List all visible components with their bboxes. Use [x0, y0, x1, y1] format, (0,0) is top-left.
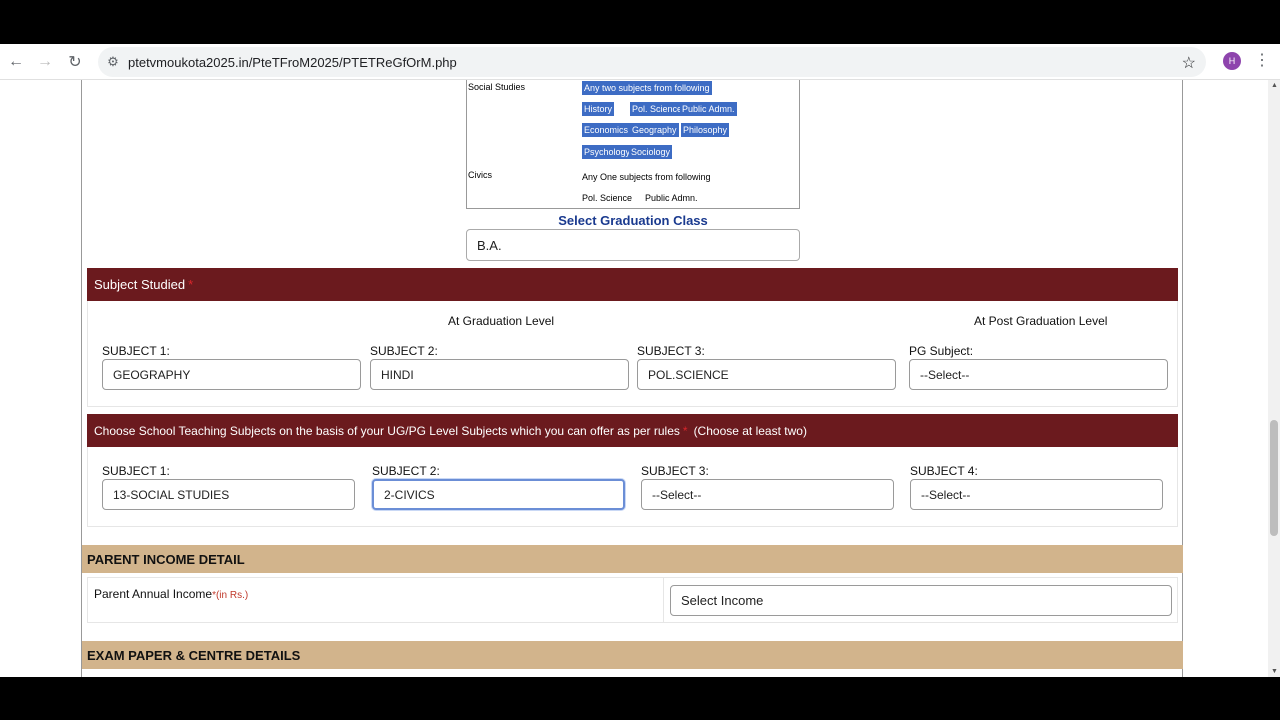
divider	[663, 578, 664, 622]
parent-income-label-text: Parent Annual Income	[94, 587, 213, 601]
teaching-subjects-panel: SUBJECT 1: 13-SOCIAL STUDIES SUBJECT 2: …	[87, 447, 1178, 527]
required-mark: *	[188, 277, 194, 292]
subject-geography: Geography	[630, 123, 679, 137]
page-scrollbar[interactable]: ▲ ▼	[1268, 80, 1280, 677]
teaching-subject2-label: SUBJECT 2:	[372, 464, 440, 478]
civics-subject-pol-science: Pol. Science	[582, 193, 633, 203]
subject-history: History	[582, 102, 615, 116]
civics-rule: Any One subjects from following	[582, 172, 711, 182]
bottom-black-bar	[0, 677, 1280, 720]
reload-icon[interactable]: ↻	[60, 47, 90, 77]
eligibility-table: Social Studies Any two subjects from fol…	[466, 80, 800, 209]
site-info-icon[interactable]: ⚙	[98, 54, 128, 70]
teaching-subject1-select[interactable]: 13-SOCIAL STUDIES	[102, 479, 355, 510]
required-mark: *	[682, 423, 688, 438]
scroll-thumb[interactable]	[1270, 420, 1278, 536]
top-black-bar	[0, 0, 1280, 44]
subject-pol-science: Pol. Science	[630, 102, 685, 116]
browser-toolbar: ← → ↻ ⚙ ptetvmoukota2025.in/PteTFroM2025…	[0, 44, 1280, 80]
subject-sociology: Sociology	[629, 145, 673, 159]
teaching-subject1-label: SUBJECT 1:	[102, 464, 170, 478]
subject-economics: Economics	[582, 123, 631, 137]
teaching-subject2-select[interactable]: 2-CIVICS	[372, 479, 625, 510]
teaching-subject4-label: SUBJECT 4:	[910, 464, 978, 478]
profile-avatar[interactable]: H	[1223, 52, 1241, 70]
address-bar[interactable]: ⚙ ptetvmoukota2025.in/PteTFroM2025/PTETR…	[98, 47, 1206, 77]
graduation-level-label: At Graduation Level	[448, 314, 555, 328]
pg-level-label: At Post Graduation Level	[974, 314, 1108, 328]
subject-psychology: Psychology	[582, 145, 633, 159]
page-viewport: Social Studies Any two subjects from fol…	[0, 80, 1268, 677]
pg-subject-select[interactable]: --Select--	[909, 359, 1168, 390]
grad-subject3-label: SUBJECT 3:	[637, 344, 705, 358]
subject-philosophy: Philosophy	[681, 123, 730, 137]
scroll-up-icon[interactable]: ▲	[1271, 82, 1278, 89]
teaching-subjects-header: Choose School Teaching Subjects on the b…	[87, 414, 1178, 447]
grad-subject1-select[interactable]: GEOGRAPHY	[102, 359, 361, 390]
teaching-subject3-select[interactable]: --Select--	[641, 479, 894, 510]
grad-subject1-label: SUBJECT 1:	[102, 344, 170, 358]
menu-kebab-icon[interactable]: ⋮	[1254, 50, 1270, 70]
exam-paper-header: EXAM PAPER & CENTRE DETAILS	[82, 641, 1183, 669]
bookmark-star-icon[interactable]: ☆	[1182, 53, 1196, 73]
grad-subject2-select[interactable]: HINDI	[370, 359, 629, 390]
scroll-down-icon[interactable]: ▼	[1271, 668, 1278, 675]
teaching-subjects-title: Choose School Teaching Subjects on the b…	[94, 423, 680, 438]
subject-studied-panel: At Graduation Level At Post Graduation L…	[87, 301, 1178, 407]
teaching-subject4-select[interactable]: --Select--	[910, 479, 1163, 510]
forward-arrow-icon[interactable]: →	[30, 47, 60, 77]
parent-income-header: PARENT INCOME DETAIL	[82, 545, 1183, 573]
url-text[interactable]: ptetvmoukota2025.in/PteTFroM2025/PTETReG…	[128, 55, 457, 70]
back-arrow-icon[interactable]: ←	[1, 47, 31, 77]
income-unit-note: *(in Rs.)	[212, 590, 249, 601]
subject-studied-title: Subject Studied	[94, 277, 186, 292]
parent-income-label: Parent Annual Income*(in Rs.)	[94, 587, 248, 601]
parent-income-row: Parent Annual Income*(in Rs.) Select Inc…	[87, 577, 1178, 623]
civics-subject-public-admn: Public Admn.	[645, 193, 698, 203]
grad-subject3-select[interactable]: POL.SCIENCE	[637, 359, 896, 390]
graduation-class-title: Select Graduation Class	[558, 213, 708, 228]
teaching-subject3-label: SUBJECT 3:	[641, 464, 709, 478]
graduation-class-select[interactable]: B.A.	[466, 229, 800, 261]
social-studies-label: Social Studies	[468, 82, 526, 92]
form-container: Social Studies Any two subjects from fol…	[81, 80, 1183, 677]
civics-label: Civics	[468, 170, 492, 180]
parent-income-select[interactable]: Select Income	[670, 585, 1172, 616]
teaching-subjects-note: (Choose at least two)	[693, 423, 807, 438]
subject-studied-header: Subject Studied *	[87, 268, 1178, 301]
pg-subject-label: PG Subject:	[909, 344, 974, 358]
subject-public-admn: Public Admn.	[680, 102, 737, 116]
grad-subject2-label: SUBJECT 2:	[370, 344, 438, 358]
social-studies-rule: Any two subjects from following	[582, 81, 712, 95]
